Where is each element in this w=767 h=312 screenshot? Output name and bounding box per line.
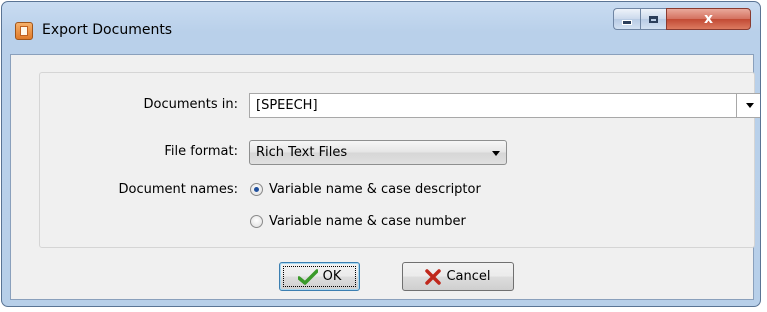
maximize-button[interactable] [640, 8, 666, 30]
checkmark-icon [297, 268, 318, 285]
title-bar[interactable]: Export Documents x [2, 2, 760, 54]
cancel-label: Cancel [446, 269, 491, 284]
file-format-label: File format: [164, 144, 238, 159]
window-title: Export Documents [42, 22, 173, 38]
cancel-button[interactable]: Cancel [402, 262, 514, 291]
chevron-down-icon [745, 103, 754, 108]
dialog-client-area: Documents in: [SPEECH] File format: Rich… [10, 54, 760, 300]
file-format-value: Rich Text Files [256, 145, 348, 160]
ok-label: OK [322, 269, 342, 284]
minimize-button[interactable] [613, 8, 640, 30]
documents-in-combobox[interactable]: [SPEECH] [249, 93, 760, 118]
radio-button-checked[interactable] [250, 183, 263, 196]
documents-in-dropdown-button[interactable] [736, 94, 760, 117]
documents-in-label: Documents in: [143, 97, 239, 112]
radio-case-descriptor[interactable]: Variable name & case descriptor [250, 182, 481, 197]
cancel-x-icon [425, 268, 442, 285]
maximize-icon [649, 15, 658, 23]
ok-button[interactable]: OK [279, 262, 360, 291]
radio-case-number[interactable]: Variable name & case number [250, 214, 466, 229]
caption-buttons: x [613, 8, 751, 30]
document-names-label: Document names: [118, 182, 238, 197]
focus-ring [283, 266, 356, 287]
close-icon: x [703, 11, 714, 27]
documents-in-value: [SPEECH] [256, 98, 318, 113]
export-documents-window: Export Documents x Documents in: [SPEECH… [1, 1, 761, 307]
radio-label: Variable name & case number [269, 214, 466, 229]
app-icon [15, 22, 33, 40]
radio-label: Variable name & case descriptor [269, 182, 481, 197]
radio-button-unchecked[interactable] [250, 215, 263, 228]
chevron-down-icon [492, 151, 500, 156]
close-button[interactable]: x [666, 8, 751, 30]
file-format-select[interactable]: Rich Text Files [249, 140, 507, 165]
minimize-icon [622, 20, 632, 25]
